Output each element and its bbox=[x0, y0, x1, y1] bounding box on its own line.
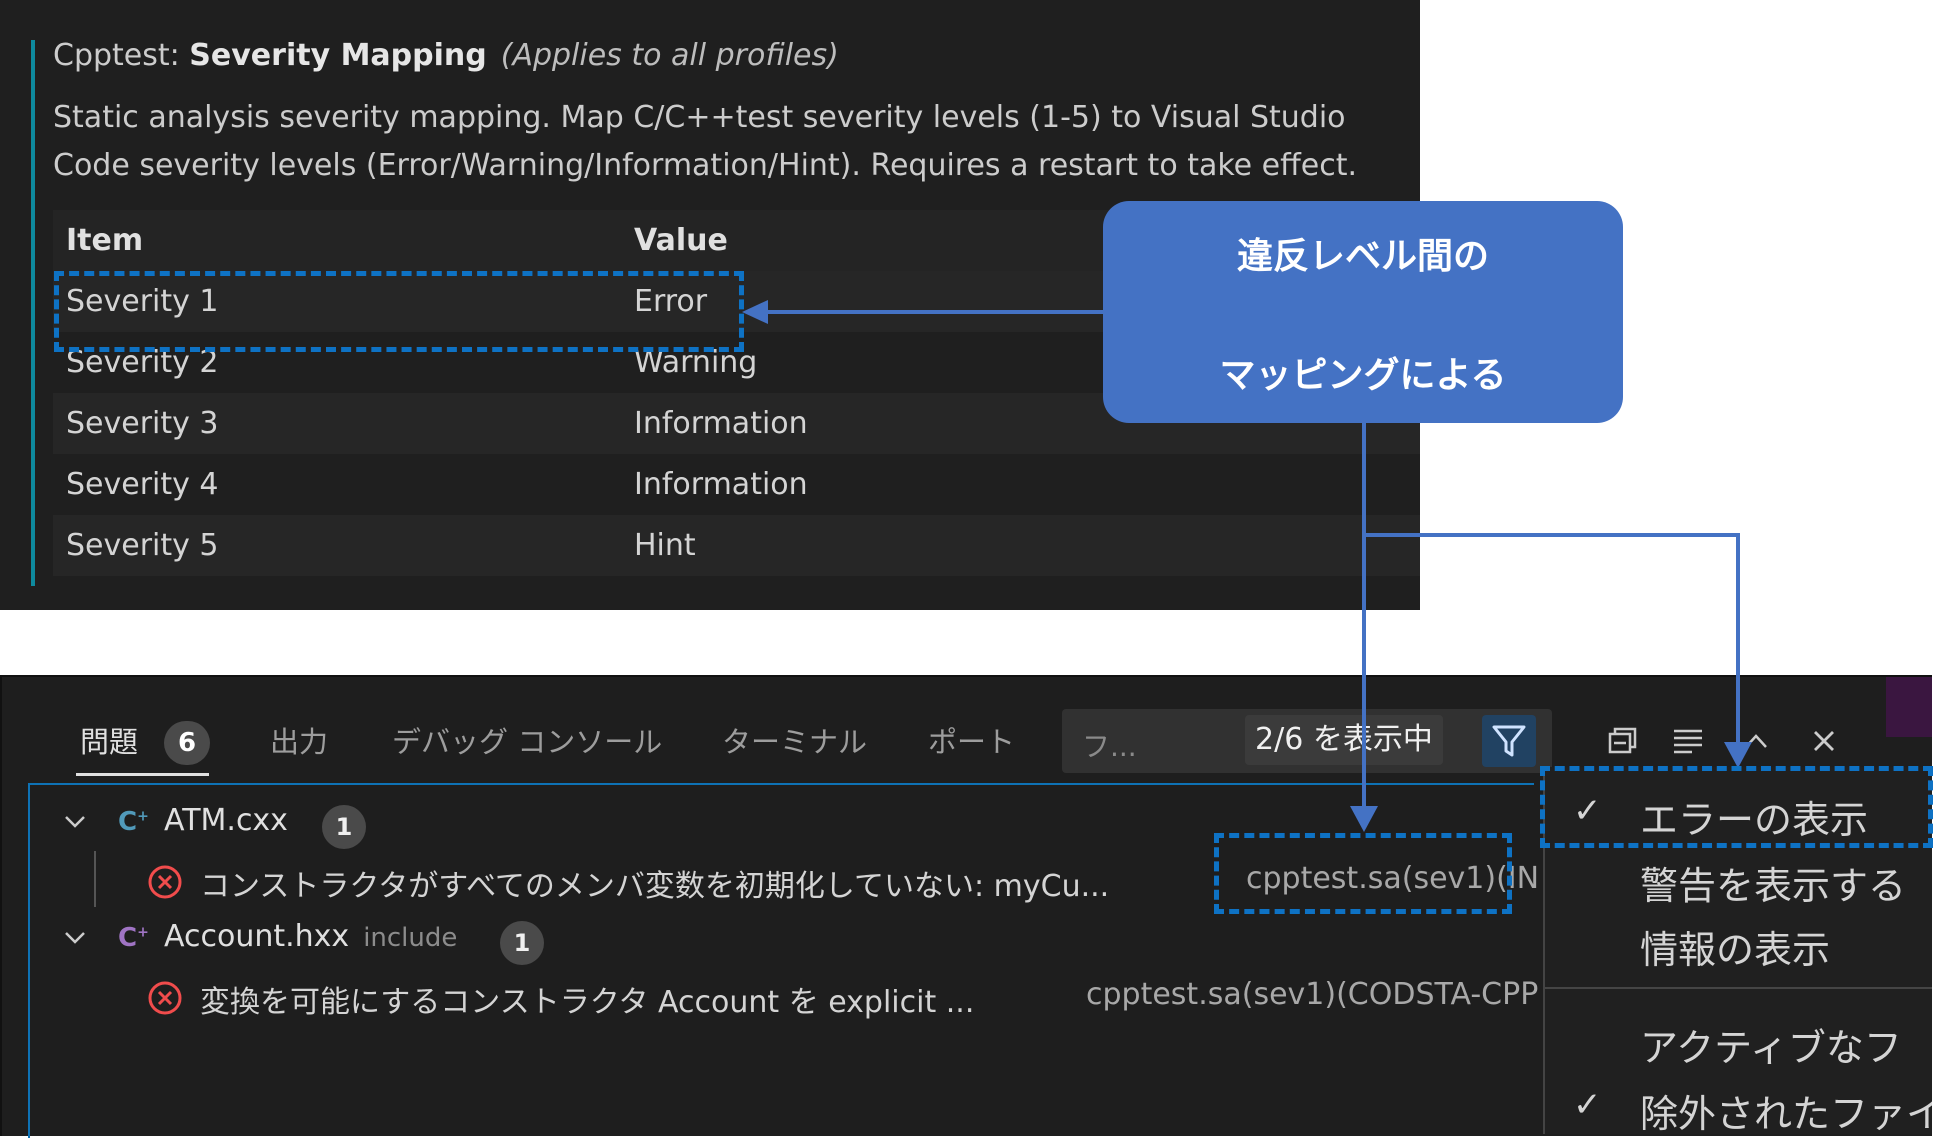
editor-edge bbox=[1886, 677, 1932, 737]
tab-output[interactable]: 出力 bbox=[270, 719, 328, 761]
file-name-text: Account.hxx bbox=[164, 919, 350, 954]
tab-debug-console[interactable]: デバッグ コンソール bbox=[392, 719, 662, 761]
tab-terminal[interactable]: ターミナル bbox=[722, 719, 867, 761]
column-header-item: Item bbox=[66, 223, 144, 258]
setting-title: Cpptest: Severity Mapping (Applies to all… bbox=[53, 38, 839, 73]
check-icon: ✓ bbox=[1573, 1085, 1602, 1125]
menu-item-show-info[interactable]: 情報の表示 bbox=[1545, 911, 1932, 975]
word-wrap-icon[interactable] bbox=[1668, 721, 1708, 761]
problem-message: コンストラクタがすべてのメンバ変数を初期化していない: myCu... bbox=[200, 869, 1110, 904]
close-icon[interactable] bbox=[1804, 721, 1844, 761]
cpp-file-icon: C+ bbox=[118, 807, 149, 837]
highlight-severity-1 bbox=[54, 271, 744, 352]
arrowhead-left-icon bbox=[742, 300, 768, 324]
tab-ports[interactable]: ポート bbox=[928, 719, 1015, 761]
callout-line-2: マッピングによる bbox=[1219, 355, 1507, 396]
menu-item-active-file[interactable]: アクティブなフ bbox=[1545, 1009, 1932, 1073]
cpp-header-icon: C+ bbox=[118, 923, 149, 953]
chevron-down-icon[interactable] bbox=[60, 923, 90, 953]
column-header-value: Value bbox=[634, 223, 728, 258]
setting-title-prefix: Cpptest: bbox=[53, 38, 190, 73]
row-value: Information bbox=[634, 406, 808, 441]
tab-problems[interactable]: 問題 bbox=[80, 719, 138, 761]
collapse-all-icon[interactable] bbox=[1602, 721, 1642, 761]
problem-row[interactable]: 変換を可能にするコンストラクタ Account を explicit ... c… bbox=[30, 969, 1538, 1025]
menu-item-label: 警告を表示する bbox=[1640, 864, 1907, 908]
highlight-source-sev1 bbox=[1214, 833, 1512, 914]
problems-filter[interactable]: フ... 2/6 を表示中 bbox=[1062, 709, 1552, 773]
setting-scope: (Applies to all profiles) bbox=[500, 38, 839, 73]
setting-title-name: Severity Mapping bbox=[189, 38, 487, 73]
menu-item-excluded-files[interactable]: ✓ 除外されたファイ bbox=[1545, 1075, 1932, 1134]
file-problem-count: 1 bbox=[500, 921, 544, 965]
connector-line bbox=[1362, 423, 1366, 816]
file-problem-count: 1 bbox=[322, 805, 366, 849]
highlight-show-errors bbox=[1540, 766, 1933, 848]
menu-item-label: アクティブなフ bbox=[1640, 1026, 1902, 1070]
filter-input[interactable]: フ... bbox=[1082, 725, 1137, 765]
setting-focus-indicator bbox=[31, 40, 35, 586]
panel-tab-bar: 問題 6 出力 デバッグ コンソール ターミナル ポート フ... 2/6 を表… bbox=[2, 677, 1886, 776]
file-row[interactable]: C+ Account.hxx include 1 bbox=[30, 911, 1534, 967]
menu-item-show-warnings[interactable]: 警告を表示する bbox=[1545, 847, 1932, 911]
filter-count-badge: 2/6 を表示中 bbox=[1245, 715, 1443, 765]
menu-item-label: 除外されたファイ bbox=[1640, 1092, 1932, 1134]
connector-line bbox=[1364, 533, 1740, 537]
problem-source: cpptest.sa(sev1)(CODSTA-CPP bbox=[1086, 977, 1539, 1012]
chevron-down-icon[interactable] bbox=[60, 807, 90, 837]
error-icon bbox=[148, 981, 182, 1015]
active-tab-indicator bbox=[76, 773, 209, 776]
table-row[interactable]: Severity 4 Information bbox=[53, 454, 1420, 515]
row-item: Severity 4 bbox=[66, 467, 219, 502]
connector-line bbox=[752, 310, 1103, 314]
table-row[interactable]: Severity 5 Hint bbox=[53, 515, 1420, 576]
file-name: Account.hxx include bbox=[164, 919, 457, 954]
row-item: Severity 5 bbox=[66, 528, 219, 563]
filter-button[interactable] bbox=[1482, 715, 1536, 767]
arrowhead-down-icon bbox=[1724, 742, 1752, 768]
file-name: ATM.cxx bbox=[164, 803, 288, 838]
row-item: Severity 3 bbox=[66, 406, 219, 441]
callout-line-1: 違反レベル間の bbox=[1236, 236, 1489, 277]
file-name-text: ATM.cxx bbox=[164, 803, 288, 838]
error-icon bbox=[148, 865, 182, 899]
arrowhead-down-icon bbox=[1350, 806, 1378, 832]
row-value: Hint bbox=[634, 528, 696, 563]
setting-description: Static analysis severity mapping. Map C/… bbox=[53, 100, 1358, 183]
filter-icon bbox=[1492, 725, 1526, 757]
annotation-callout: 違反レベル間の マッピングによる bbox=[1103, 201, 1623, 423]
problems-count-badge: 6 bbox=[164, 721, 210, 765]
menu-item-label: 情報の表示 bbox=[1640, 928, 1831, 972]
problem-message: 変換を可能にするコンストラクタ Account を explicit ... bbox=[200, 985, 975, 1020]
row-value: Information bbox=[634, 467, 808, 502]
connector-line bbox=[1736, 533, 1740, 751]
file-folder-hint: include bbox=[363, 923, 458, 953]
menu-separator bbox=[1545, 987, 1932, 989]
